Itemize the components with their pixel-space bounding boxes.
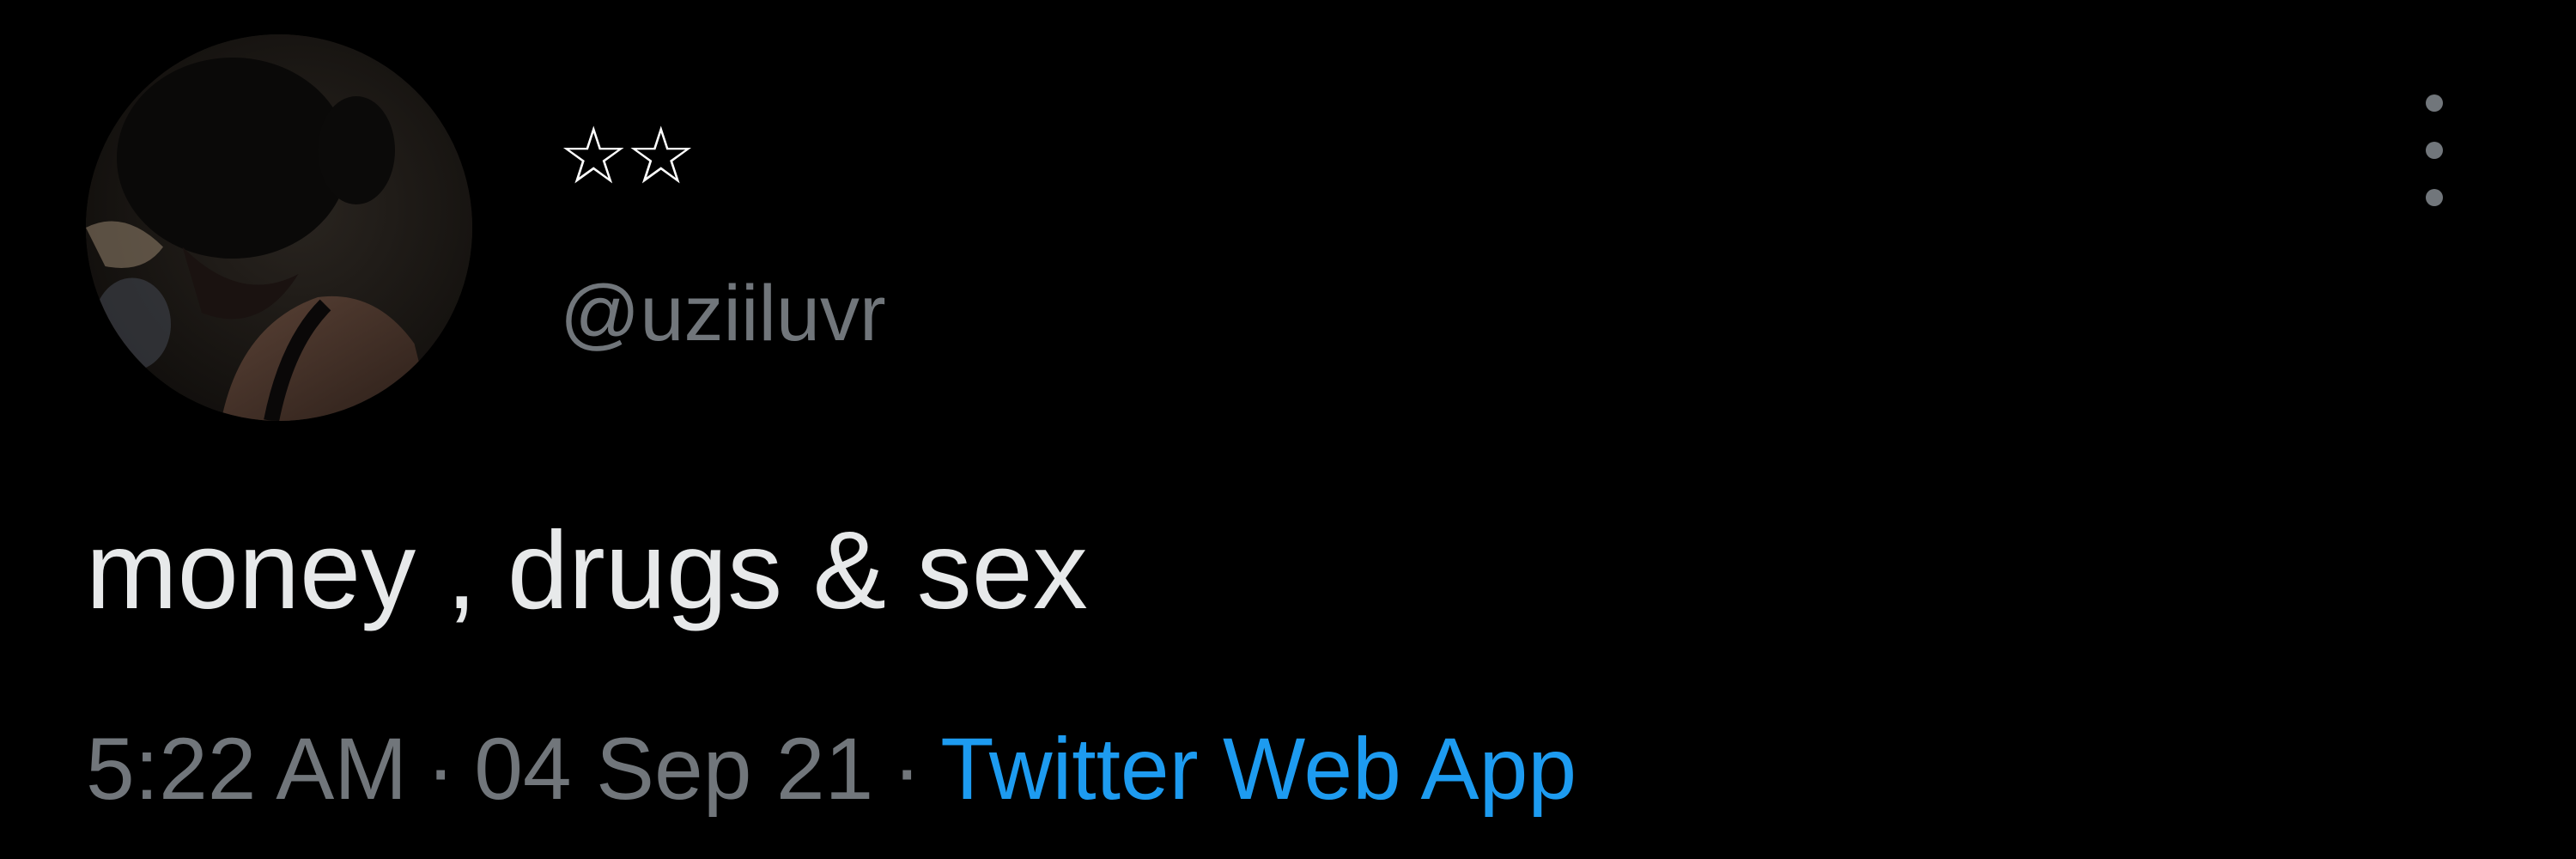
avatar[interactable] [86,34,472,421]
tweet-card: ☆☆ @uziiluvr money , drugs & sex 5:22 AM… [0,0,2576,859]
meta-separator: · [426,720,456,818]
dot [2426,94,2443,112]
tweet-time[interactable]: 5:22 AM [86,720,407,818]
meta-separator: · [892,720,922,818]
dot [2426,189,2443,206]
display-name[interactable]: ☆☆ [558,105,696,208]
avatar-image [86,34,472,421]
dot [2426,142,2443,159]
user-handle[interactable]: @uziiluvr [560,262,886,365]
tweet-meta: 5:22 AM · 04 Sep 21 · Twitter Web App [86,717,1577,820]
tweet-source-link[interactable]: Twitter Web App [940,720,1577,818]
more-vertical-icon[interactable] [2404,94,2464,206]
tweet-date[interactable]: 04 Sep 21 [474,720,873,818]
tweet-text: money , drugs & sex [86,509,1088,632]
